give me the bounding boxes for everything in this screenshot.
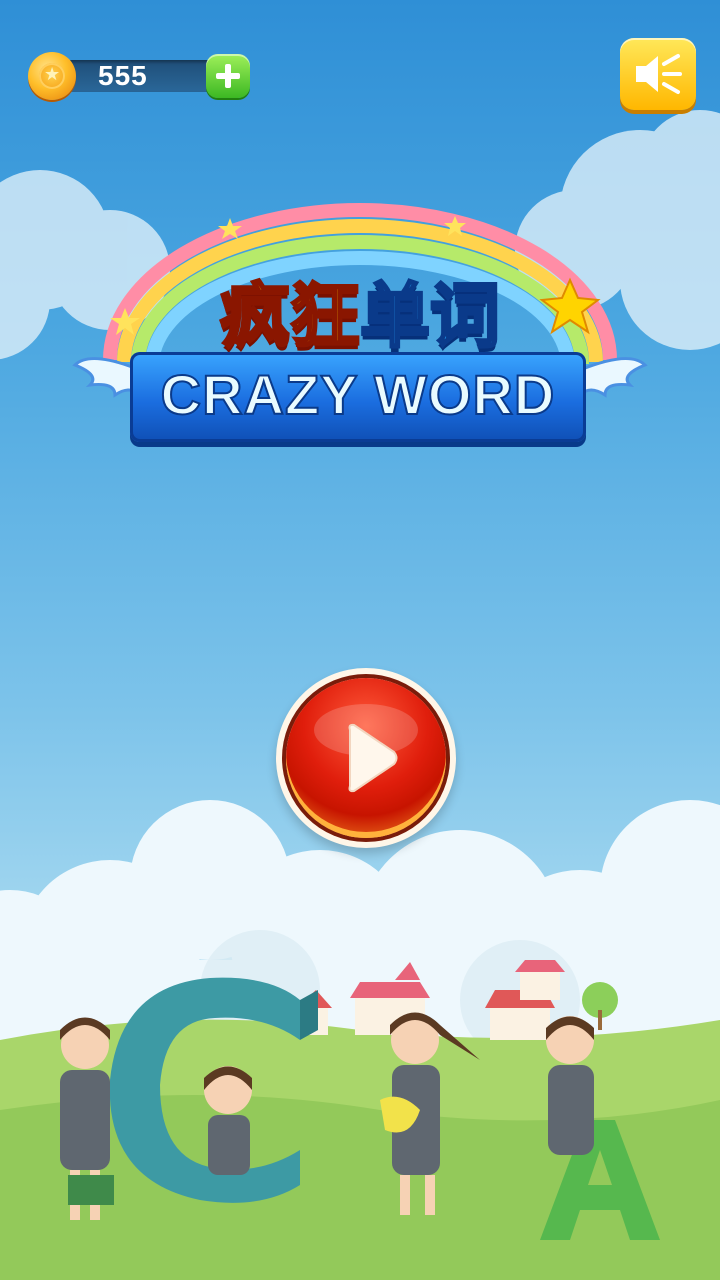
kid-2 [204,1066,252,1175]
coin-balance: ★ 555 [28,52,250,100]
add-coins-button[interactable] [206,54,250,98]
coin-star-icon: ★ [44,64,61,85]
coin-count: 555 [98,60,148,91]
play-button-face [286,678,446,838]
logo-title-en: CRAZY WORD [160,362,556,427]
speaker-icon [636,54,682,94]
play-button[interactable] [276,668,456,848]
logo-title-cn-part2: 单词 [359,274,502,359]
game-logo: 疯狂单词 CRAZY WORD [70,190,650,460]
sound-toggle-button[interactable] [620,38,696,110]
logo-title-cn-part1: 疯狂 [219,274,362,359]
logo-title-cn: 疯狂单词 [190,260,530,361]
kid-4 [546,1016,594,1155]
play-icon [314,704,418,793]
kid-1 [60,1017,114,1220]
